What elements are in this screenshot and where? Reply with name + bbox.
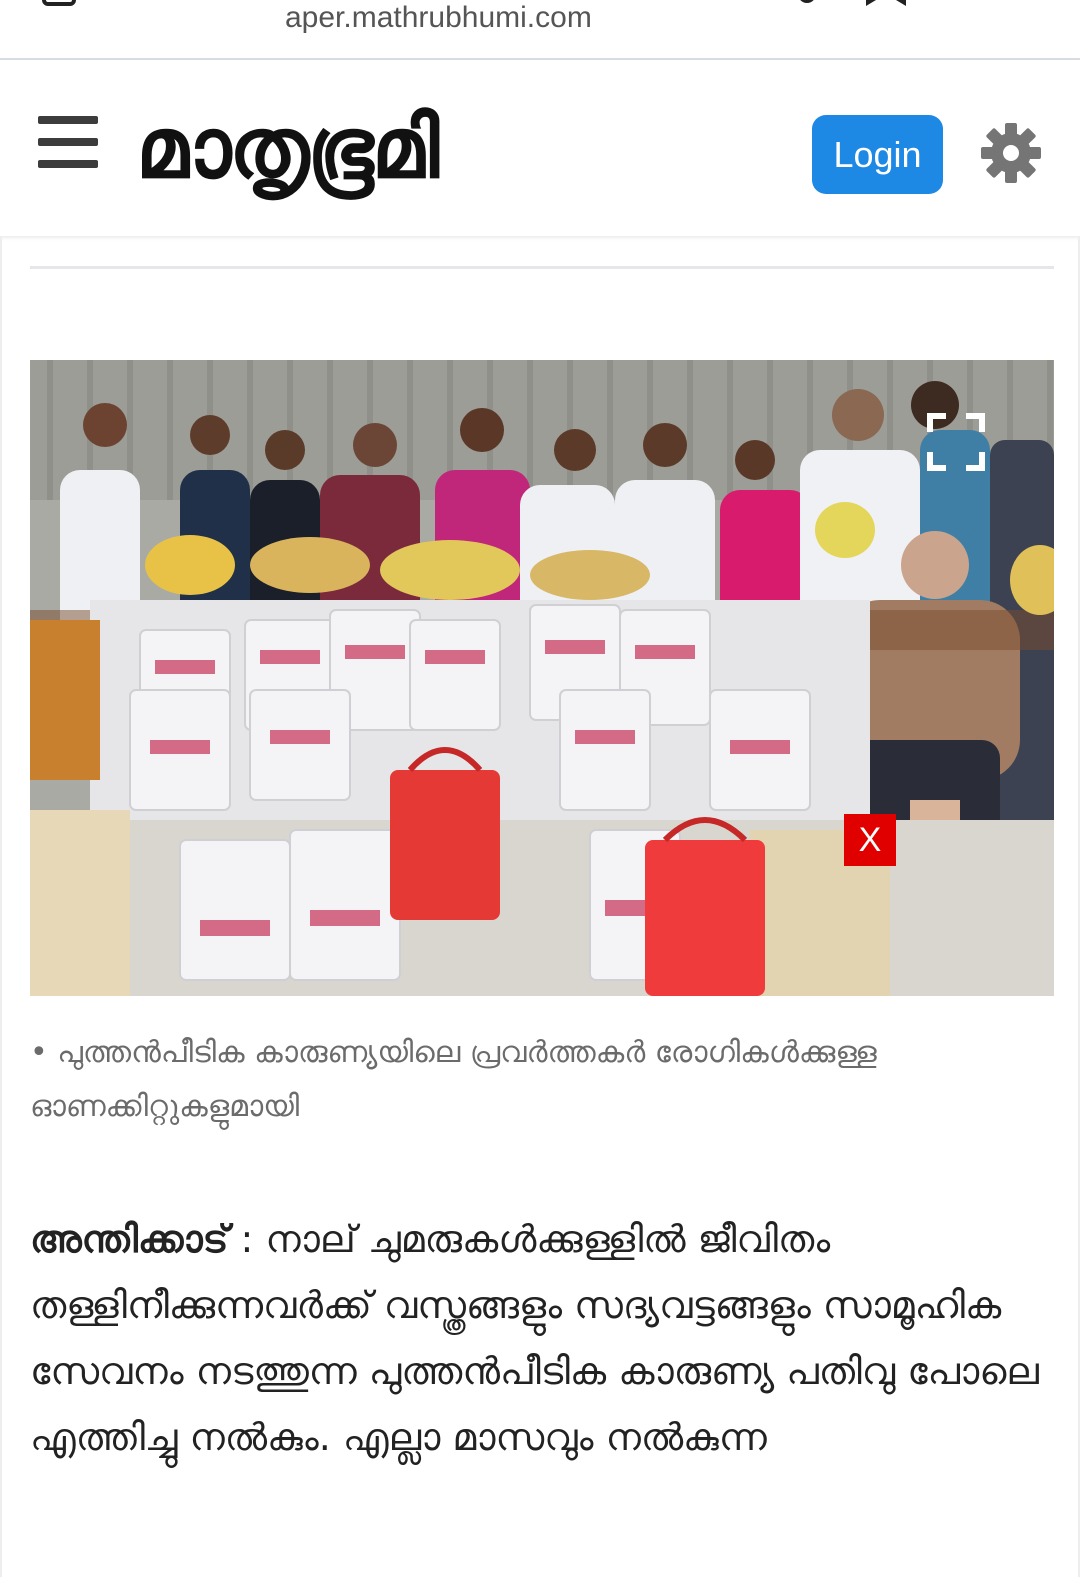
site-header: മാതൃഭൂമി Login (0, 60, 1080, 236)
browser-url-bar: aper.mathrubhumi.com (0, 0, 1080, 60)
article-photo[interactable]: X (30, 360, 1054, 996)
photo-caption: • പുത്തൻപീടിക കാരുണ്യയിലെ പ്രവർത്തകർ രോഗ… (30, 1035, 877, 1124)
microphone-icon[interactable] (792, 0, 822, 14)
bookmark-icon[interactable] (862, 0, 910, 14)
more-menu-icon[interactable] (985, 0, 1015, 14)
expand-icon[interactable] (926, 412, 986, 472)
close-ad-button[interactable]: X (844, 814, 896, 866)
divider (30, 266, 1054, 269)
dateline-separator: : (228, 1217, 266, 1261)
gear-icon[interactable] (980, 122, 1042, 184)
article-body: അന്തിക്കാട് : നാല് ചുമരുകൾക്കുള്ളിൽ ജീവി… (30, 1206, 1060, 1470)
article-dateline: അന്തിക്കാട് (30, 1217, 229, 1261)
url-text[interactable]: aper.mathrubhumi.com (285, 0, 592, 40)
tab-icon[interactable] (40, 0, 80, 14)
site-logo[interactable]: മാതൃഭൂമി (136, 88, 439, 208)
article-container: X • പുത്തൻപീടിക കാരുണ്യയിലെ പ്രവർത്തകർ ര… (0, 236, 1080, 1577)
login-button[interactable]: Login (812, 115, 943, 194)
hamburger-menu-icon[interactable] (38, 116, 98, 170)
